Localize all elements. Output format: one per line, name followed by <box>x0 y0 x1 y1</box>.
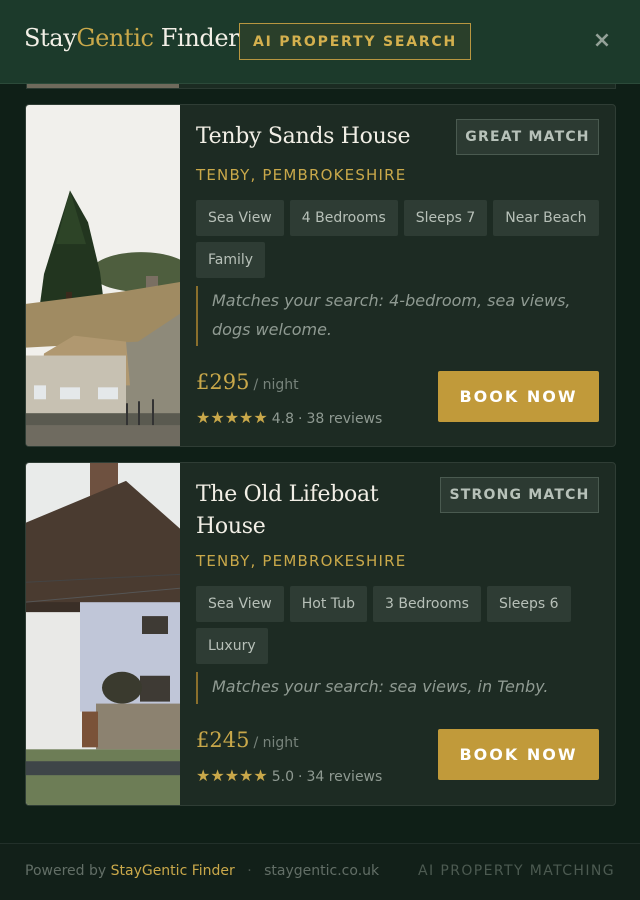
property-card[interactable]: The Old Lifeboat House STRONG MATCH TENB… <box>25 462 616 806</box>
property-location: TENBY, PEMBROKESHIRE <box>196 552 407 570</box>
rating-value: 4.8 <box>271 411 294 427</box>
tag-sleeps: Sleeps 6 <box>486 586 571 622</box>
property-photo[interactable] <box>26 463 180 805</box>
tag-sea-view: Sea View <box>196 200 284 236</box>
review-count: 38 reviews <box>306 411 383 427</box>
tag-sleeps: Sleeps 7 <box>403 200 488 236</box>
app-footer: Powered by StayGentic Finder · staygenti… <box>0 843 640 900</box>
brand-logo: StayGentic Finder <box>24 24 240 52</box>
tag-family: Family <box>196 242 266 278</box>
property-photo[interactable] <box>26 105 180 446</box>
tag-hot-tub: Hot Tub <box>289 586 367 622</box>
property-title[interactable]: Tenby Sands House <box>196 121 426 153</box>
ai-search-badge: AI PROPERTY SEARCH <box>239 23 471 60</box>
footer-separator: · <box>247 863 252 879</box>
price-amount: £295 <box>196 370 250 394</box>
amenity-tags: Sea View Hot Tub 3 Bedrooms Sleeps 6 Lux… <box>196 586 601 664</box>
review-count: 34 reviews <box>306 769 383 785</box>
powered-by-label: Powered by <box>25 863 107 879</box>
rating-separator: · <box>297 769 303 785</box>
brand-finder: Finder <box>153 24 240 52</box>
brand-gentic: Gentic <box>76 24 154 52</box>
close-icon[interactable]: × <box>588 26 616 54</box>
book-now-button[interactable]: BOOK NOW <box>438 729 599 780</box>
tag-sea-view: Sea View <box>196 586 284 622</box>
price-unit: / night <box>253 377 299 393</box>
footer-credits: Powered by StayGentic Finder · staygenti… <box>25 863 379 879</box>
match-badge: GREAT MATCH <box>456 119 599 155</box>
tag-near-beach: Near Beach <box>493 200 599 236</box>
tag-bedrooms: 4 Bedrooms <box>289 200 398 236</box>
footer-tagline: AI PROPERTY MATCHING <box>418 863 615 879</box>
price: £295/ night <box>196 370 299 394</box>
star-rating-icon: ★★★★★ <box>196 766 268 785</box>
rating: ★★★★★ 4.8 · 38 reviews <box>196 408 382 427</box>
tag-luxury: Luxury <box>196 628 268 664</box>
price: £245/ night <box>196 728 299 752</box>
property-location: TENBY, PEMBROKESHIRE <box>196 166 407 184</box>
tag-bedrooms: 3 Bedrooms <box>372 586 481 622</box>
rating-separator: · <box>297 411 303 427</box>
brand-stay: Stay <box>24 24 77 52</box>
property-card[interactable]: Tenby Sands House GREAT MATCH TENBY, PEM… <box>25 104 616 447</box>
match-reason: Matches your search: 4-bedroom, sea view… <box>196 286 596 346</box>
price-amount: £245 <box>196 728 250 752</box>
amenity-tags: Sea View 4 Bedrooms Sleeps 7 Near Beach … <box>196 200 601 278</box>
footer-domain-link[interactable]: staygentic.co.uk <box>264 863 379 879</box>
footer-brand-link[interactable]: StayGentic Finder <box>111 863 235 879</box>
property-title[interactable]: The Old Lifeboat House <box>196 479 426 543</box>
star-rating-icon: ★★★★★ <box>196 408 268 427</box>
app-header: StayGentic Finder AI PROPERTY SEARCH × <box>0 0 640 84</box>
book-now-button[interactable]: BOOK NOW <box>438 371 599 422</box>
rating-value: 5.0 <box>271 769 294 785</box>
rating: ★★★★★ 5.0 · 34 reviews <box>196 766 382 785</box>
price-unit: / night <box>253 735 299 751</box>
match-reason: Matches your search: sea views, in Tenby… <box>196 672 596 704</box>
match-badge: STRONG MATCH <box>440 477 599 513</box>
